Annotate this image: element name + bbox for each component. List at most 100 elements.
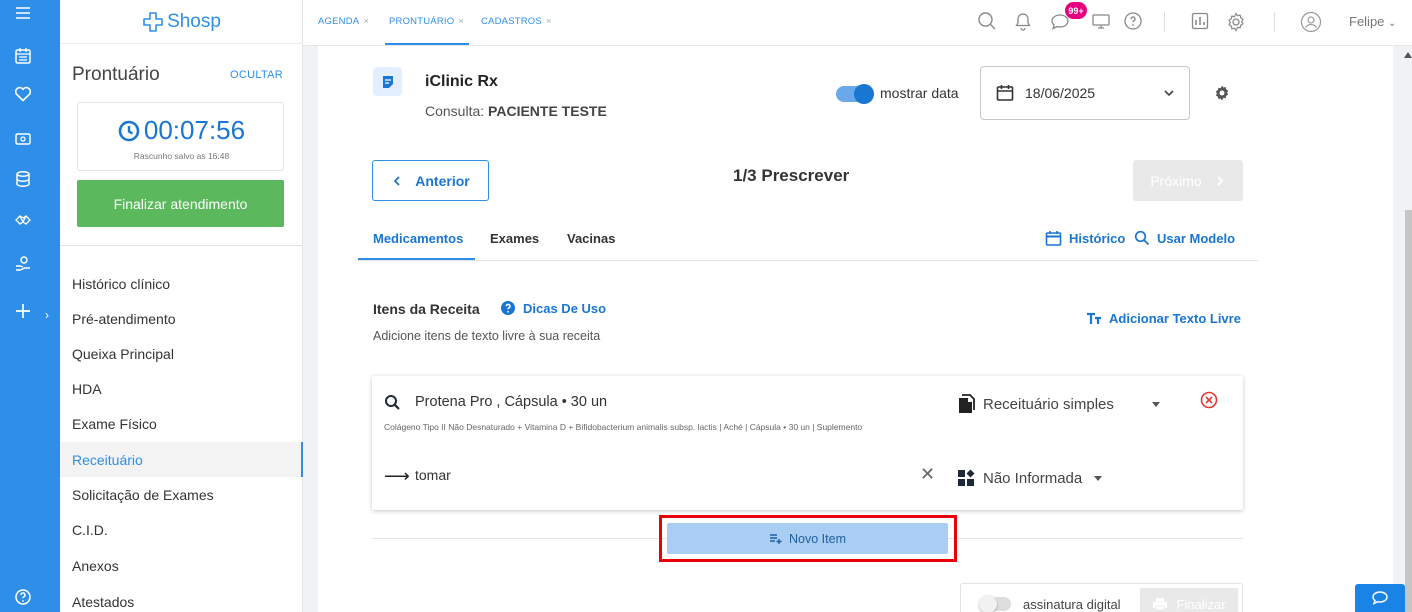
close-icon[interactable]: × [458, 16, 464, 27]
history-link[interactable]: Histórico [1045, 230, 1125, 247]
prontuario-sidebar: Shosp Prontuário OCULTAR 00:07:56 Rascun… [60, 0, 303, 612]
sidebar-item-solicitacao-exames[interactable]: Solicitação de Exames [60, 477, 303, 512]
step-indicator: 1/3 Prescrever [733, 166, 850, 185]
chevron-down-icon [1164, 90, 1174, 97]
documents-icon [959, 394, 975, 413]
hide-sidebar-button[interactable]: OCULTAR [230, 69, 283, 81]
finalize-label: Finalizar [1176, 596, 1226, 612]
signature-bar: assinatura digital Finalizar [960, 583, 1243, 612]
chat-button[interactable] [1355, 584, 1405, 612]
search-icon[interactable] [977, 11, 997, 36]
active-tab-indicator [385, 43, 469, 45]
add-free-text-label: Adicionar Texto Livre [1109, 311, 1241, 326]
cash-icon[interactable] [0, 131, 45, 147]
plus-logo-icon [143, 11, 163, 32]
settings-icon[interactable] [1213, 84, 1231, 107]
prescription-title: iClinic Rx [425, 73, 498, 90]
prescription-panel: iClinic Rx Consulta: PACIENTE TESTE most… [318, 46, 1393, 612]
monitor-icon[interactable] [1091, 11, 1111, 36]
prescription-type-select[interactable]: Receituário simples [957, 394, 1160, 414]
top-header: AGENDA × PRONTUÁRIO × CADASTROS × 99+ Felip… [303, 0, 1412, 46]
user-name: Felipe [1349, 14, 1385, 29]
timer-box: 00:07:56 Rascunho salvo as 16:48 [77, 102, 284, 171]
sidebar-item-cid[interactable]: C.I.D. [60, 512, 303, 547]
database-icon[interactable] [0, 170, 45, 188]
clock-icon [118, 120, 140, 141]
help-circle-icon [501, 301, 515, 315]
tab-cadastros[interactable]: CADASTROS × [481, 16, 552, 27]
remove-item-icon[interactable] [1200, 391, 1218, 414]
previous-button[interactable]: Anterior [372, 160, 489, 201]
date-picker[interactable]: 18/06/2025 [980, 66, 1190, 120]
notification-badge: 99+ [1065, 2, 1087, 19]
brand-name: Shosp [167, 10, 221, 32]
prescription-doc-icon [373, 67, 402, 96]
calendar-icon [1045, 231, 1062, 246]
use-model-link[interactable]: Usar Modelo [1134, 230, 1235, 246]
gear-icon[interactable] [1225, 11, 1247, 38]
tab-label: PRONTUÁRIO [389, 16, 455, 27]
caret-down-icon [1094, 475, 1103, 481]
close-icon[interactable]: × [363, 16, 369, 27]
route-select[interactable]: Não Informada [957, 469, 1103, 487]
consultation-line: Consulta: PACIENTE TESTE [425, 103, 607, 119]
new-item-button[interactable]: Novo Item [667, 523, 948, 554]
chat-bubble-icon [1372, 591, 1388, 605]
show-date-toggle[interactable] [836, 84, 874, 104]
tab-exames[interactable]: Exames [490, 231, 539, 246]
tab-prontuario[interactable]: PRONTUÁRIO × [389, 16, 464, 27]
scroll-up-arrow[interactable] [1404, 52, 1412, 58]
tabs-divider [358, 260, 1258, 261]
sidebar-item-pre-atendimento[interactable]: Pré-atendimento [60, 301, 303, 336]
left-rail: › [0, 0, 60, 612]
heart-icon[interactable] [0, 86, 45, 102]
sidebar-item-exame-fisico[interactable]: Exame Físico [60, 406, 303, 441]
finish-appointment-button[interactable]: Finalizar atendimento [77, 180, 284, 227]
widgets-icon [958, 469, 975, 486]
usage-tips-link[interactable]: Dicas De Uso [500, 300, 606, 316]
sidebar-title: Prontuário [72, 64, 160, 85]
handshake-icon[interactable] [0, 211, 45, 229]
tab-agenda[interactable]: AGENDA × [318, 16, 369, 27]
finalize-button[interactable]: Finalizar [1140, 588, 1238, 612]
sidebar-item-hda[interactable]: HDA [60, 371, 303, 406]
items-subtitle: Adicione itens de texto livre à sua rece… [373, 329, 601, 343]
bell-icon[interactable] [1014, 11, 1032, 36]
add-free-text-button[interactable]: Adicionar Texto Livre [1086, 311, 1241, 326]
scrollbar-thumb[interactable] [1405, 210, 1412, 612]
search-icon [1134, 230, 1150, 246]
sidebar-item-historico-clinico[interactable]: Histórico clínico [60, 266, 303, 301]
brand-logo[interactable]: Shosp [60, 0, 303, 44]
plus-icon[interactable] [0, 302, 45, 320]
reports-icon[interactable] [1190, 11, 1210, 36]
user-menu[interactable]: Felipe ⌄ [1349, 14, 1396, 29]
next-button[interactable]: Próximo [1133, 160, 1243, 201]
digital-signature-toggle[interactable] [979, 595, 1011, 612]
route-value: Não Informada [983, 469, 1083, 487]
dosage-input[interactable]: tomar [415, 467, 451, 483]
sidebar-item-atestados[interactable]: Atestados [60, 584, 303, 612]
menu-icon[interactable] [0, 5, 45, 21]
tab-label: AGENDA [318, 16, 360, 27]
items-title: Itens da Receita [373, 301, 480, 317]
sidebar-item-anexos[interactable]: Anexos [60, 548, 303, 583]
close-icon[interactable]: × [546, 16, 552, 27]
medication-name[interactable]: Protena Pro , Cápsula • 30 un [415, 394, 607, 410]
chevron-right-icon[interactable]: › [45, 308, 49, 322]
sidebar-item-queixa-principal[interactable]: Queixa Principal [60, 336, 303, 371]
date-value: 18/06/2025 [1025, 85, 1096, 101]
active-tab-indicator [358, 258, 475, 260]
tab-vacinas[interactable]: Vacinas [567, 231, 615, 246]
clear-icon[interactable]: ✕ [920, 464, 935, 485]
chevron-down-icon: ⌄ [1388, 18, 1397, 29]
divider [60, 245, 303, 246]
playlist-add-icon [770, 533, 782, 544]
hand-care-icon[interactable] [0, 255, 45, 273]
help-circle-icon[interactable] [1123, 11, 1143, 36]
user-avatar-icon[interactable] [1300, 11, 1322, 38]
use-model-label: Usar Modelo [1157, 230, 1236, 246]
sidebar-item-receituario[interactable]: Receituário [60, 442, 303, 477]
help-icon[interactable] [0, 588, 45, 606]
tab-medicamentos[interactable]: Medicamentos [373, 231, 463, 246]
calendar-icon[interactable] [0, 47, 45, 65]
